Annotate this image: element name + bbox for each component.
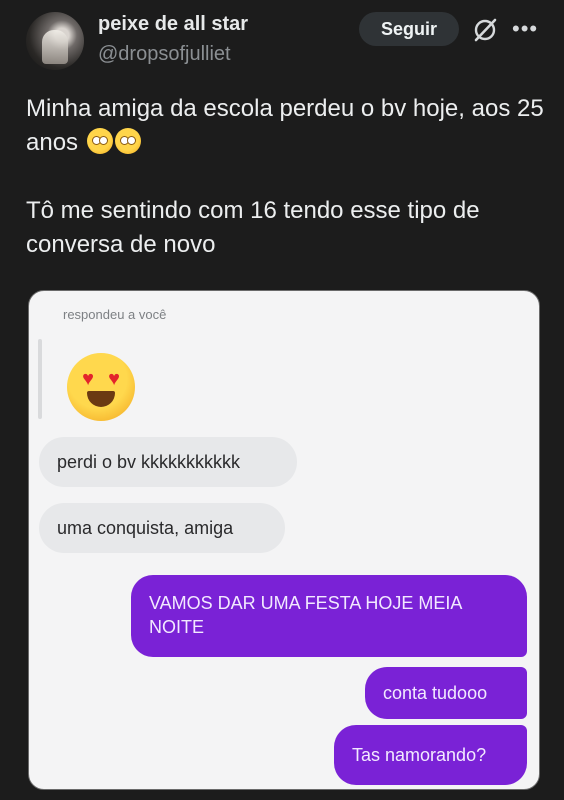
grok-icon[interactable] [471, 16, 499, 44]
smile-mouth [87, 391, 115, 407]
author-avatar[interactable] [26, 12, 84, 70]
author-display-name[interactable]: peixe de all star [98, 13, 248, 36]
tweet-text: Minha amiga da escola perdeu o bv hoje, … [26, 92, 546, 262]
quote-bar [38, 339, 42, 419]
outgoing-message: conta tudooo [365, 667, 527, 719]
heart-icon: ♥ [82, 368, 94, 390]
tweet-line-2: Tô me sentindo com 16 tendo esse tipo de… [26, 197, 480, 258]
avatar-figure [42, 30, 68, 64]
outgoing-message: VAMOS DAR UMA FESTA HOJE MEIA NOITE [131, 575, 527, 657]
chat-screenshot-image[interactable]: respondeu a você ♥ ♥ perdi o bv kkkkkkkk… [28, 290, 540, 790]
heart-icon: ♥ [108, 368, 120, 390]
pleading-face-icon [114, 128, 141, 154]
pleading-face-icon [86, 128, 113, 154]
outgoing-message: Tas namorando? [334, 725, 527, 785]
reply-label: respondeu a você [63, 307, 167, 322]
incoming-message: perdi o bv kkkkkkkkkkk [39, 437, 297, 487]
incoming-message: uma conquista, amiga [39, 503, 285, 553]
author-handle[interactable]: @dropsofjulliet [98, 43, 231, 66]
follow-button[interactable]: Seguir [359, 12, 459, 46]
more-options-icon[interactable]: ••• [512, 18, 540, 40]
heart-eyes-emoji-icon: ♥ ♥ [67, 353, 135, 421]
